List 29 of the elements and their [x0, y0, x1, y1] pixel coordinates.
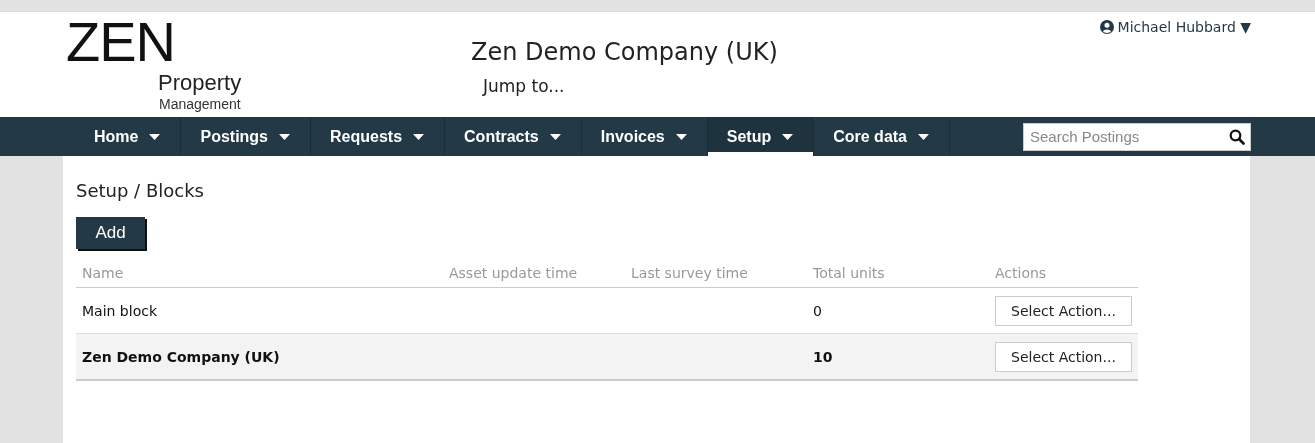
caret-icon [782, 133, 794, 140]
column-header: Name [76, 259, 443, 288]
caret-icon [413, 133, 425, 140]
column-header: Total units [807, 259, 989, 288]
column-header: Actions [989, 259, 1138, 288]
logo-text: Management [159, 97, 241, 111]
caret-icon [549, 133, 561, 140]
logo-text: Property [158, 72, 242, 94]
user-icon [1099, 20, 1114, 34]
caret-icon [675, 133, 687, 140]
table-cell: 10 [807, 333, 989, 380]
add-button[interactable]: Add [76, 217, 145, 249]
caret-icon [279, 133, 290, 140]
company-name: Zen Demo Company (UK) [471, 38, 778, 66]
table-cell: Main block [76, 287, 443, 334]
column-header: Last survey time [625, 259, 807, 288]
select-action-button[interactable]: Select Action... [995, 295, 1132, 326]
column-header: Asset update time [443, 259, 625, 288]
breadcrumb: Setup / Blocks [76, 180, 205, 201]
caret-icon [149, 133, 161, 140]
jump-to-link[interactable]: Jump to... [483, 76, 778, 96]
table-cell: 0 [807, 287, 989, 334]
search-field[interactable]: Search Postings [1023, 122, 1251, 151]
select-action-button[interactable]: Select Action... [995, 341, 1132, 372]
table-cell: Zen Demo Company (UK) [76, 333, 443, 380]
logo-text: ZEN [66, 14, 175, 70]
search-icon[interactable] [1229, 128, 1245, 145]
caret-icon [918, 133, 929, 140]
nav-tab[interactable]: Setup [707, 117, 815, 156]
